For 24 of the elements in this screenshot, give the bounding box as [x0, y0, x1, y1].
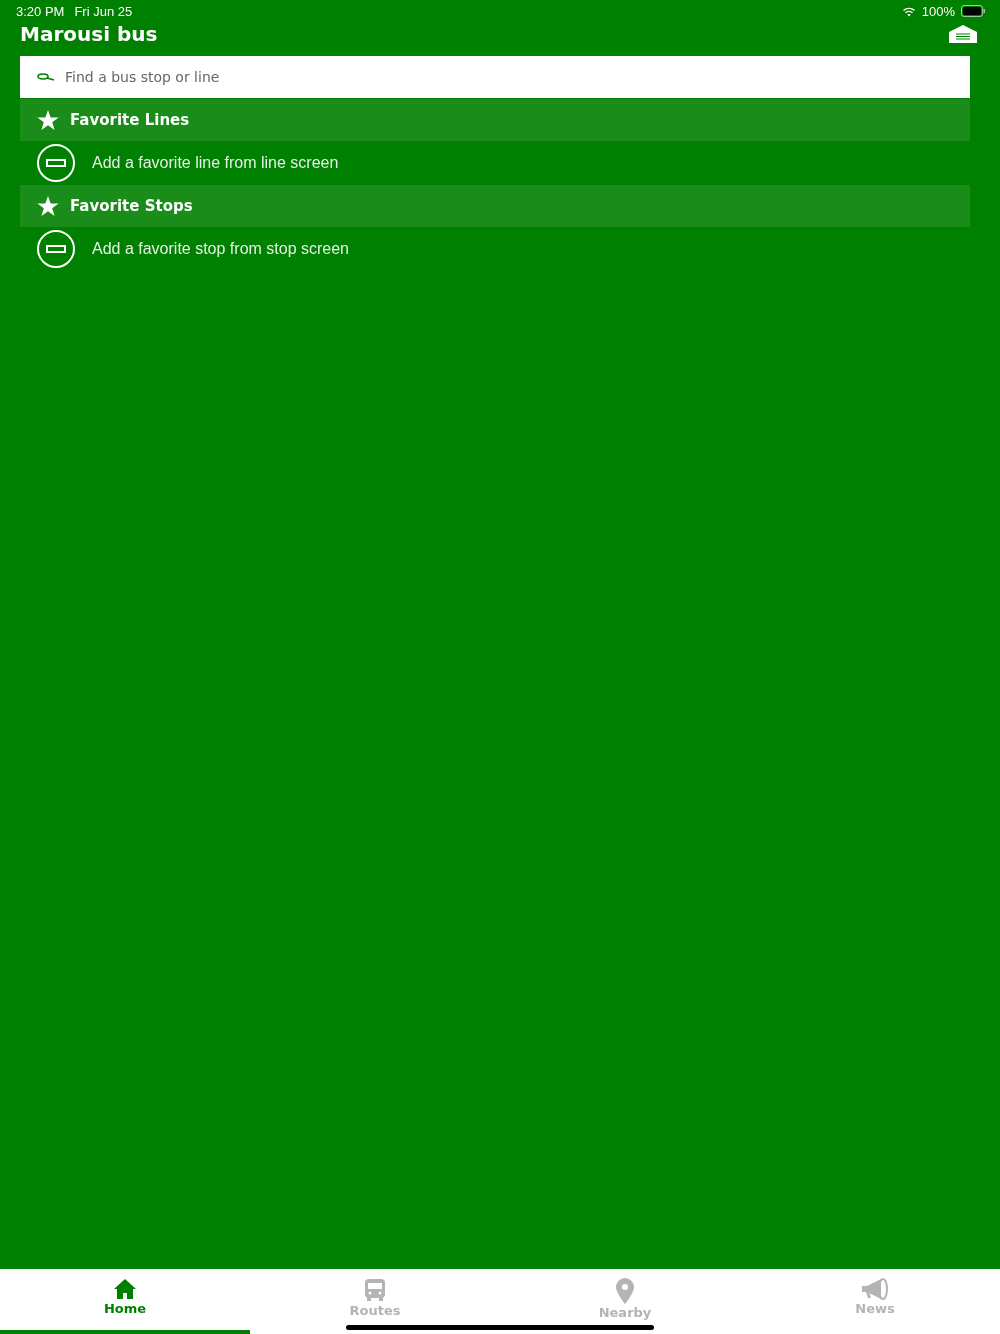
megaphone-icon — [861, 1278, 889, 1300]
star-icon — [37, 195, 59, 217]
empty-hint: Add a favorite stop from stop screen — [92, 239, 349, 258]
tray-icon[interactable] — [949, 25, 977, 43]
minus-circle-icon — [37, 229, 75, 268]
status-time: 3:20 PM — [16, 3, 65, 19]
wifi-icon — [901, 5, 916, 17]
tab-item[interactable]: Home — [0, 1269, 250, 1334]
battery-percent: 100% — [921, 3, 955, 19]
tab-item[interactable]: Nearby — [500, 1269, 750, 1334]
empty-hint: Add a favorite line from line screen — [92, 153, 339, 172]
star-icon — [37, 109, 59, 131]
search-field[interactable]: Find a bus stop or line — [20, 56, 970, 98]
tab-item[interactable]: Routes — [250, 1269, 500, 1334]
battery-icon — [961, 5, 986, 17]
map-pin-icon — [616, 1278, 634, 1304]
section-title: Favorite Lines — [70, 111, 190, 129]
minus-circle-icon — [37, 143, 75, 182]
app-title: Marousi bus — [20, 22, 158, 46]
tab-item[interactable]: News — [750, 1269, 1000, 1334]
section-title: Favorite Stops — [70, 197, 193, 215]
home-icon — [113, 1278, 137, 1300]
status-date: Fri Jun 25 — [74, 3, 133, 19]
bus-icon — [364, 1278, 386, 1302]
